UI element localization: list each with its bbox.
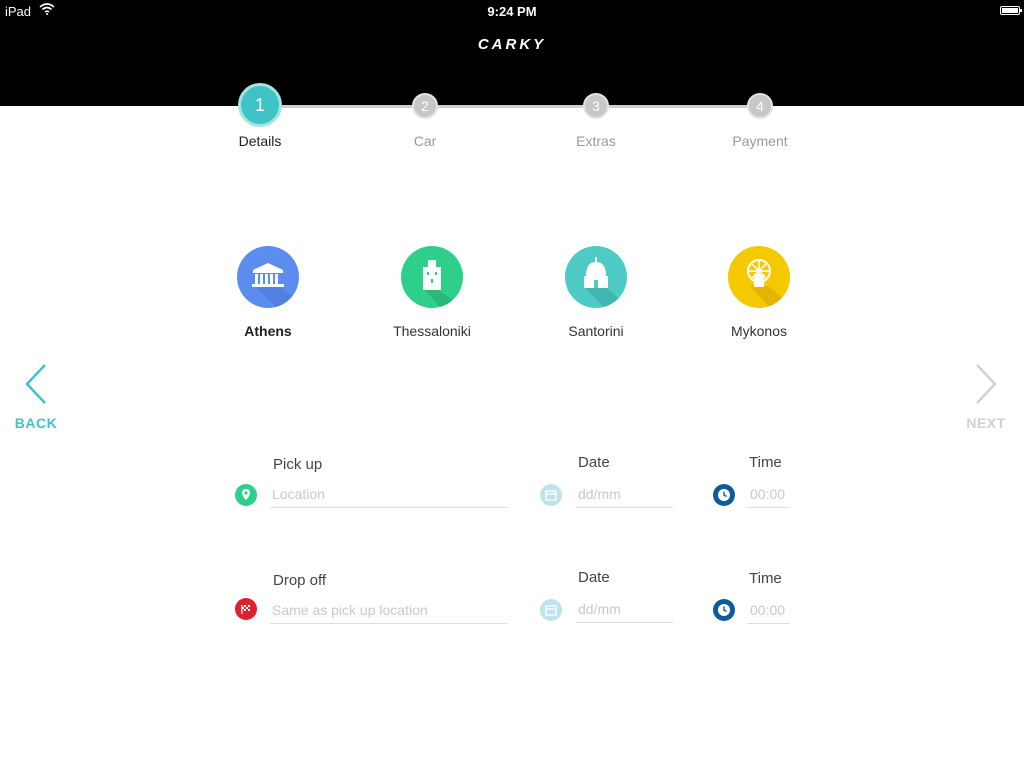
back-button[interactable]: BACK [6, 362, 66, 431]
back-label: BACK [14, 415, 58, 431]
dropoff-date-title: Date [578, 569, 610, 586]
pickup-location-input[interactable] [272, 486, 502, 502]
dropoff-title: Drop off [273, 572, 327, 589]
chevron-right-icon [973, 364, 999, 410]
dome-church-icon [565, 246, 627, 308]
battery-icon [1000, 6, 1022, 15]
dropoff-date-underline [576, 622, 673, 623]
pickup-time-title: Time [749, 454, 782, 471]
brand-logo: CARKY [477, 36, 547, 53]
clock-icon[interactable] [713, 599, 735, 621]
pickup-location-underline [270, 507, 507, 508]
pickup-time-underline [747, 507, 790, 508]
step-label: Car [413, 133, 437, 149]
white-tower-icon [401, 246, 463, 308]
chevron-left-icon [23, 364, 49, 410]
step-number: 4 [747, 93, 773, 119]
step-number: 1 [238, 83, 282, 127]
dropoff-date-input[interactable] [578, 601, 668, 617]
dropoff-location-input[interactable] [272, 602, 502, 618]
status-time: 9:24 PM [487, 4, 537, 19]
checkered-flag-icon [235, 598, 257, 620]
dropoff-time-title: Time [749, 570, 782, 587]
next-label: NEXT [966, 415, 1006, 431]
step-number: 3 [583, 93, 609, 119]
pickup-time-input[interactable] [750, 486, 790, 502]
pickup-date-underline [576, 507, 673, 508]
step-label: Extras [576, 133, 616, 149]
clock-icon[interactable] [713, 484, 735, 506]
calendar-icon[interactable] [540, 484, 562, 506]
city-name: Athens [244, 323, 292, 339]
map-pin-icon [235, 484, 257, 506]
status-bar: iPad 9:24 PM [0, 0, 1024, 22]
stepper-track [260, 105, 760, 108]
dropoff-location-underline [270, 623, 507, 624]
step-number: 2 [412, 93, 438, 119]
step-label: Details [238, 133, 282, 149]
calendar-icon[interactable] [540, 599, 562, 621]
city-santorini[interactable]: Santorini [531, 246, 661, 339]
city-mykonos[interactable]: Mykonos [694, 246, 824, 339]
city-name: Thessaloniki [393, 323, 471, 339]
pickup-date-input[interactable] [578, 486, 668, 502]
city-thessaloniki[interactable]: Thessaloniki [367, 246, 497, 339]
next-button[interactable]: NEXT [956, 362, 1016, 431]
windmill-icon [728, 246, 790, 308]
city-name: Mykonos [730, 323, 788, 339]
app-header: iPad 9:24 PM CARKY [0, 0, 1024, 106]
city-name: Santorini [568, 323, 624, 339]
parthenon-icon [237, 246, 299, 308]
dropoff-time-input[interactable] [750, 602, 790, 618]
pickup-date-title: Date [578, 454, 610, 471]
step-label: Payment [732, 133, 788, 149]
dropoff-time-underline [747, 623, 790, 624]
city-athens[interactable]: Athens [203, 246, 333, 339]
pickup-title: Pick up [273, 456, 323, 473]
